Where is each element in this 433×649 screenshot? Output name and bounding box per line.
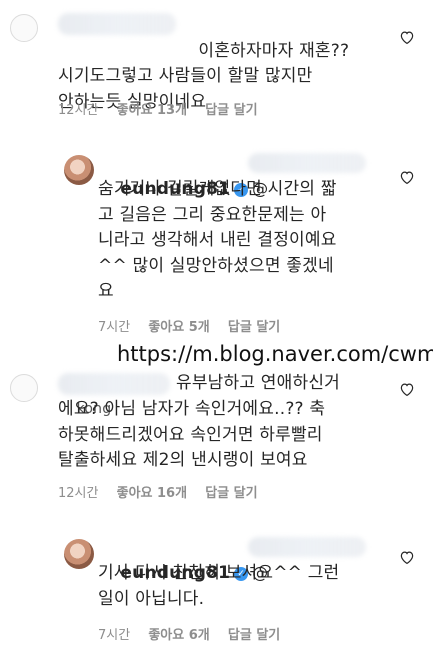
blurred-mention <box>248 153 366 173</box>
watermark-url: https://m.blog.naver.com/cwm <box>117 342 433 366</box>
comment-meta-2: 12시간 좋아요 16개 답글 달기 <box>58 482 272 501</box>
reply-meta-1: 7시간 좋아요 5개 답글 달기 <box>98 316 294 335</box>
heart-outline-icon[interactable] <box>398 28 416 46</box>
blurred-mention <box>248 537 366 557</box>
reply-text-1: 숨기거나 걸릴게없다면 시간의 짧 고 길음은 그리 중요한문제는 아 니라고 … <box>98 179 337 301</box>
avatar[interactable] <box>64 155 94 185</box>
reply-text-2: 기사 다시 찬찬히 보셔요^^ 그런 일이 아닙니다. <box>98 563 340 609</box>
likes-count[interactable]: 좋아요 16개 <box>117 486 187 501</box>
reply-button[interactable]: 답글 달기 <box>205 486 257 501</box>
likes-count[interactable]: 좋아요 5개 <box>148 320 209 335</box>
likes-count[interactable]: 좋아요 6개 <box>148 628 209 643</box>
comment-text-2: 에요? 아님 남자가 속인거에요..?? 축 하못해드리겠어요 속인거면 하루빨… <box>58 399 326 470</box>
comment-text-2-line1: 유부남하고 연애하신거 <box>176 373 341 393</box>
timestamp: 7시간 <box>98 628 131 643</box>
reply-meta-2: 7시간 좋아요 6개 답글 달기 <box>98 624 294 643</box>
blurred-username <box>58 373 170 395</box>
avatar[interactable] <box>10 14 38 42</box>
comments-screen: 이혼하자마자 재혼?? 시기도그렇고 사람들이 할말 많지만 안하는듯 실망이네… <box>0 0 433 649</box>
avatar[interactable] <box>64 539 94 569</box>
timestamp: 12시간 <box>58 486 99 501</box>
reply-button[interactable]: 답글 달기 <box>228 320 280 335</box>
comment-meta-1: 12시간 좋아요 13개 답글 달기 <box>58 99 272 118</box>
likes-count[interactable]: 좋아요 13개 <box>117 103 187 118</box>
heart-outline-icon[interactable] <box>398 548 416 566</box>
comment-text-1: 이혼하자마자 재혼?? 시기도그렇고 사람들이 할말 많지만 안하는듯 실망이네… <box>58 13 388 141</box>
heart-outline-icon[interactable] <box>398 168 416 186</box>
timestamp: 12시간 <box>58 103 99 118</box>
timestamp: 7시간 <box>98 320 131 335</box>
reply-button[interactable]: 답글 달기 <box>228 628 280 643</box>
reply-button[interactable]: 답글 달기 <box>205 103 257 118</box>
avatar[interactable] <box>10 374 38 402</box>
heart-outline-icon[interactable] <box>398 380 416 398</box>
